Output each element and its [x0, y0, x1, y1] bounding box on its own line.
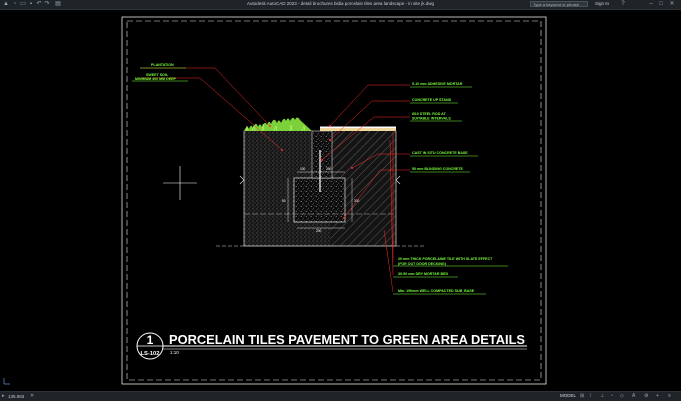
grid-icon[interactable]: ⊞ [580, 394, 584, 399]
search-input[interactable]: Type a keyword or phrase [530, 1, 588, 7]
help-icon[interactable]: ? [620, 1, 626, 7]
dim-bottom: 200 [316, 229, 322, 233]
title-bar: ▲ ▫ ▭ ▪ ↶ ↷ ▤ Autodesk AutoCAD 2023 - de… [0, 0, 681, 10]
command-line-icon[interactable]: ▸ [2, 394, 5, 399]
label-concrete-upstand: CONCRETE UP STAND [412, 98, 452, 102]
annotation-scale-icon[interactable]: A [632, 394, 635, 399]
osnap-icon[interactable]: ◇ [620, 394, 624, 399]
label-steel-rod: Ø10 STEEL ROD AT [412, 112, 446, 116]
label-blinding-concrete: 50 mm BLINDING CONCRETE [412, 167, 464, 171]
drawing-canvas[interactable]: 100 200 50 300 200 PLANTATION SWEET SOIL [0, 10, 681, 391]
drawing-scale: 1:10 [170, 350, 179, 355]
close-icon[interactable]: ✕ [669, 1, 675, 7]
drawing-title: PORCELAIN TILES PAVEMENT TO GREEN AREA D… [169, 332, 525, 347]
label-adhesive-mortar: 5-10 mm ADHESIVE MORTAR [412, 82, 463, 86]
sign-in-link[interactable]: Sign In [595, 1, 609, 6]
coordinate-readout: 135.983 [8, 394, 25, 399]
plus-icon[interactable]: + [656, 394, 659, 399]
crosshair-cursor [163, 166, 197, 200]
label-sweet-soil-depth: MINIMUM 400 MM DEEP [135, 77, 177, 81]
label-steel-rod-interval: SUITABLE INTERVALS [412, 117, 451, 121]
workspace-gear-icon[interactable]: ⚙ [644, 394, 648, 399]
ortho-icon[interactable]: ⊥ [600, 394, 604, 399]
customize-menu-icon[interactable]: ≡ [668, 394, 671, 399]
polar-icon[interactable]: ◔ [610, 394, 613, 399]
dim-side-left: 50 [282, 199, 286, 203]
label-dry-mortar: 30-50 mm DRY MORTAR BED [398, 272, 448, 276]
dim-top-left: 100 [300, 167, 306, 171]
label-cast-in-situ: CAST IN SITU CONCRETE BASE [412, 151, 468, 155]
label-sub-base: Min. 150mm WELL COMPACTED SUB_BASE [398, 289, 475, 293]
dim-top-right: 200 [326, 167, 332, 171]
label-outdoor-decking: (FOR OUT DOOR DECKING) [398, 262, 447, 266]
label-porcelain-tile: 20 mm THICK PORCELAINE TILE WITH SLATE E… [398, 257, 493, 261]
snap-icon[interactable]: ⁞ [590, 394, 591, 399]
maximize-icon[interactable]: □ [658, 1, 664, 7]
label-plantation: PLANTATION [151, 63, 174, 67]
model-space-button[interactable]: MODEL [560, 393, 576, 398]
sheet-reference: LS-102 [140, 351, 159, 357]
ucs-icon [3, 378, 10, 385]
close-command-icon[interactable]: ✕ [30, 394, 34, 399]
minimize-icon[interactable]: – [648, 1, 654, 7]
detail-number: 1 [147, 333, 154, 347]
